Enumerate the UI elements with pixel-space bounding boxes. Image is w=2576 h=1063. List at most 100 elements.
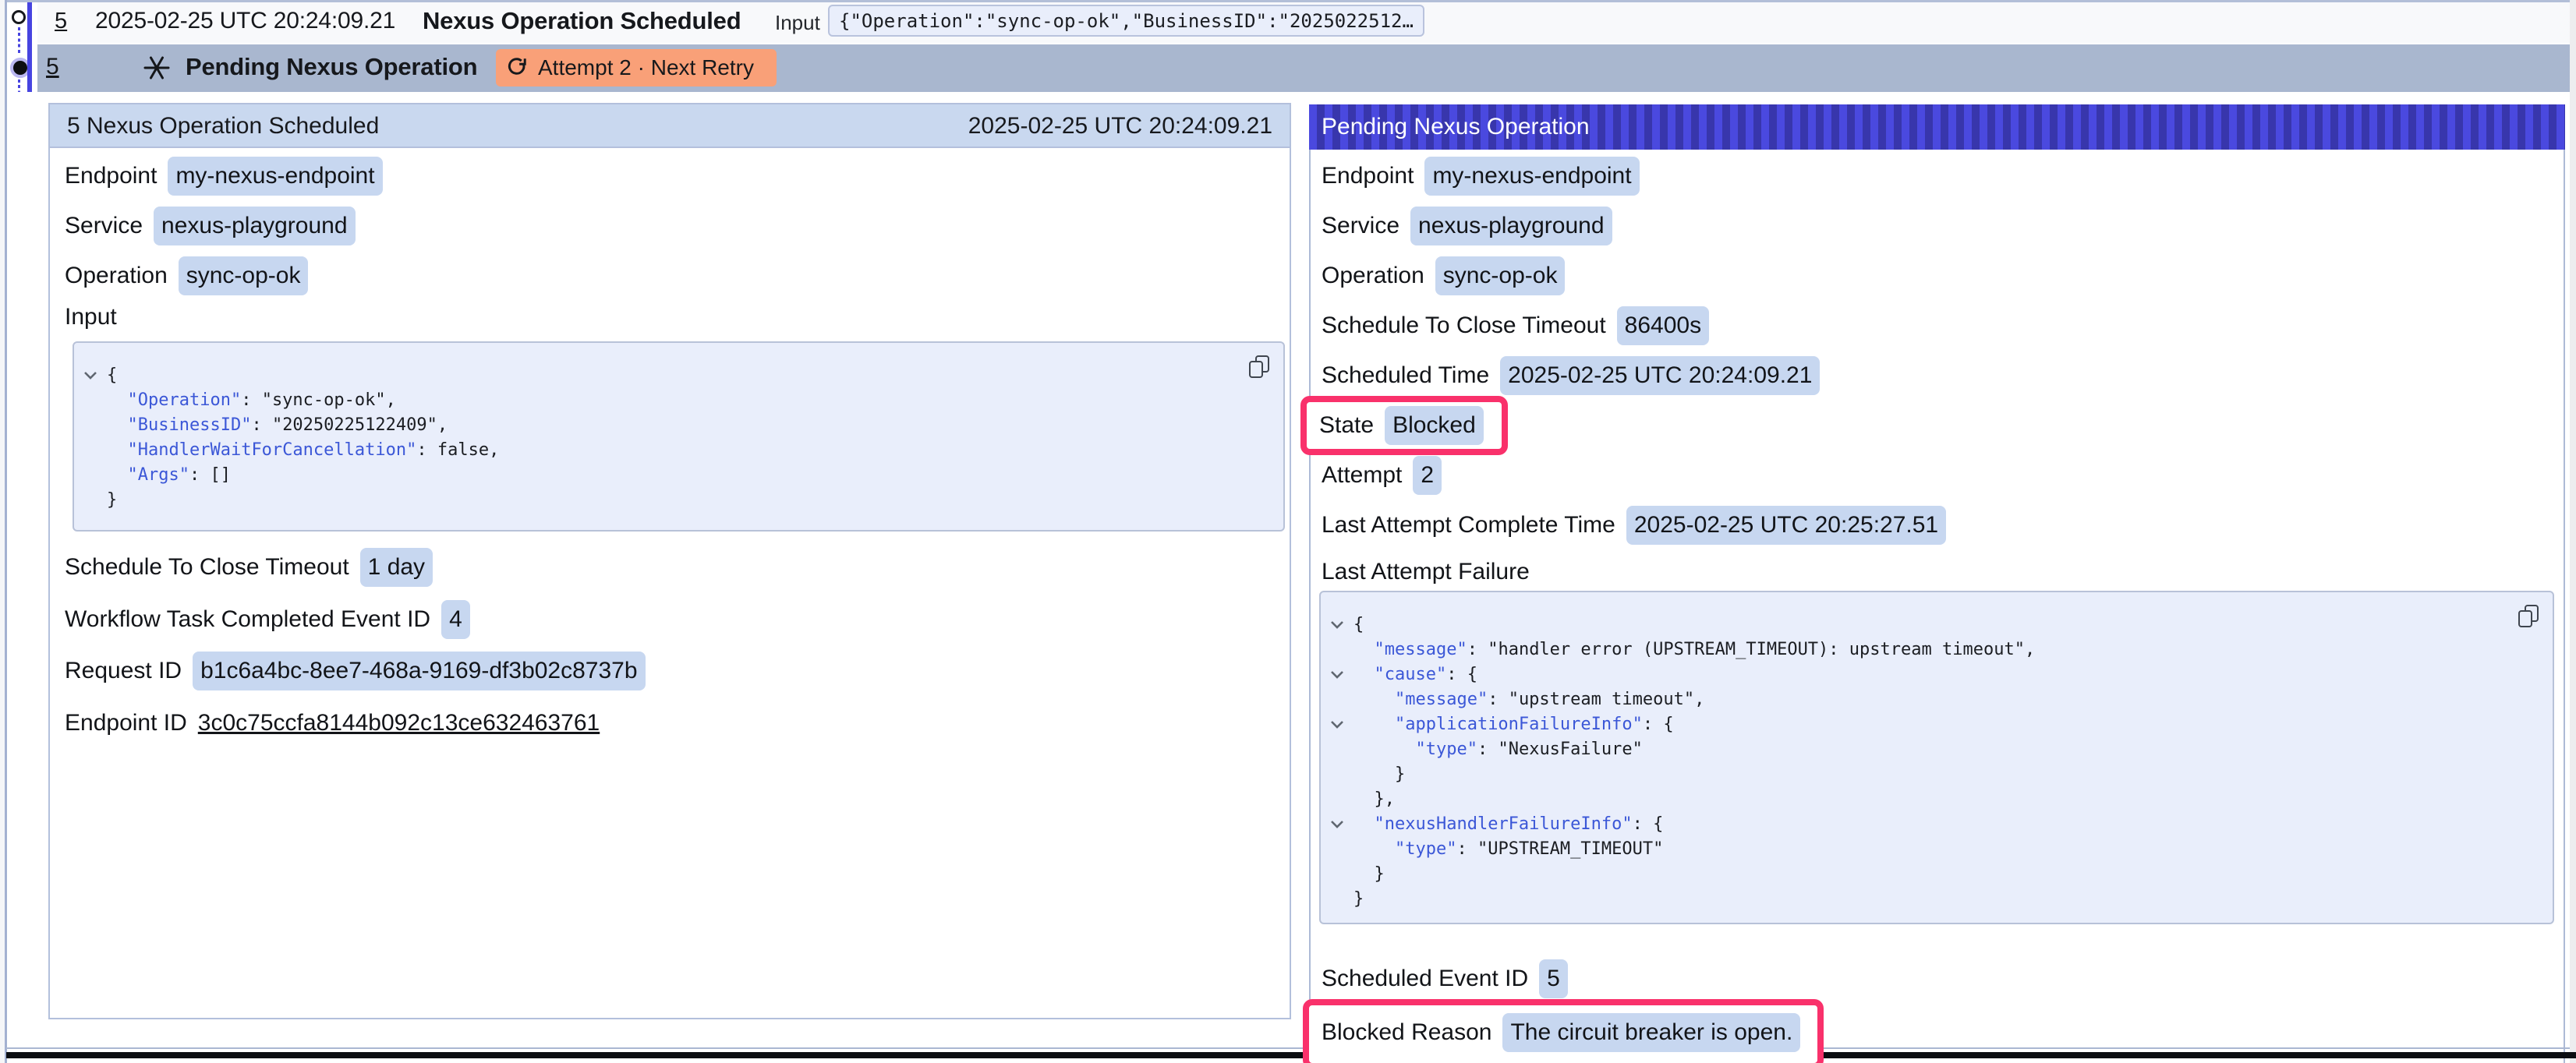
field-value-chip: 2025-02-25 UTC 20:25:27.51 <box>1626 506 1946 545</box>
json-line: } <box>1321 862 2553 887</box>
json-line: } <box>74 488 1283 513</box>
input-section-label: Input <box>65 304 117 330</box>
field-row-endpoint-id: Endpoint ID 3c0c75ccfa8144b092c13ce63246… <box>65 704 600 743</box>
field-row-last-attempt-complete: Last Attempt Complete Time 2025-02-25 UT… <box>1322 506 1946 545</box>
json-line: "nexusHandlerFailureInfo": { <box>1321 812 2553 837</box>
field-label: Service <box>65 213 143 239</box>
field-row-service: Service nexus-playground <box>1322 207 1612 245</box>
field-row-request-id: Request ID b1c6a4bc-8ee7-468a-9169-df3b0… <box>65 652 646 690</box>
json-line: "Operation": "sync-op-ok", <box>74 388 1283 413</box>
json-line: "message": "upstream timeout", <box>1321 687 2553 712</box>
field-row-blocked-reason: Blocked Reason The circuit breaker is op… <box>1322 1013 1800 1052</box>
retry-badge-label: Attempt 2 · Next Retry <box>538 49 754 87</box>
pending-title: Pending Nexus Operation <box>186 53 477 81</box>
failure-section-label: Last Attempt Failure <box>1322 559 1530 585</box>
json-line: "type": "UPSTREAM_TIMEOUT" <box>1321 837 2553 862</box>
timeline-dashed-line <box>18 27 20 55</box>
field-label: Workflow Task Completed Event ID <box>65 606 430 633</box>
field-row-operation: Operation sync-op-ok <box>1322 256 1565 295</box>
field-label: Request ID <box>65 658 182 684</box>
field-label: Service <box>1322 213 1399 239</box>
json-line: { <box>1321 613 2553 637</box>
failure-json-block: { "message": "handler error (UPSTREAM_TI… <box>1319 591 2554 924</box>
field-label: Operation <box>65 263 168 289</box>
container-bottom-border <box>6 1047 2570 1049</box>
json-line: "cause": { <box>1321 662 2553 687</box>
collapse-chevron-icon[interactable] <box>1330 670 1344 680</box>
json-line: }, <box>1321 787 2553 812</box>
blocked-reason-highlight-annotation: Blocked Reason The circuit breaker is op… <box>1303 999 1824 1063</box>
pending-operation-header: Pending Nexus Operation <box>1309 104 2565 150</box>
field-value-chip: 1 day <box>360 548 433 587</box>
field-label: Scheduled Event ID <box>1322 966 1528 992</box>
field-value-chip: 2025-02-25 UTC 20:24:09.21 <box>1500 356 1820 395</box>
field-label: Schedule To Close Timeout <box>1322 313 1606 339</box>
collapse-chevron-icon[interactable] <box>1330 820 1344 829</box>
field-row-scheduled-event-id: Scheduled Event ID 5 <box>1322 959 1568 998</box>
field-value-chip: nexus-playground <box>154 207 356 245</box>
field-row-endpoint: Endpoint my-nexus-endpoint <box>1322 157 1640 196</box>
field-row-service: Service nexus-playground <box>65 207 356 245</box>
event-history-view: 5 2025-02-25 UTC 20:24:09.21 Nexus Opera… <box>0 0 2576 1063</box>
field-label: Endpoint <box>65 163 157 189</box>
field-label: Endpoint ID <box>65 710 187 736</box>
left-border <box>5 0 7 1063</box>
event-detail-header: 5 Nexus Operation Scheduled 2025-02-25 U… <box>48 103 1291 148</box>
json-line: "applicationFailureInfo": { <box>1321 712 2553 737</box>
field-value-chip: my-nexus-endpoint <box>1424 157 1639 196</box>
collapse-chevron-icon[interactable] <box>1330 620 1344 630</box>
field-row-attempt: Attempt 2 <box>1322 456 1442 495</box>
field-label: State <box>1319 412 1374 439</box>
json-line: { <box>74 363 1283 388</box>
json-line: "BusinessID": "20250225122409", <box>74 413 1283 438</box>
json-line: } <box>1321 762 2553 787</box>
field-value-chip: 5 <box>1539 959 1568 998</box>
pending-operation-title: Pending Nexus Operation <box>1322 104 1590 150</box>
json-line: "message": "handler error (UPSTREAM_TIME… <box>1321 637 2553 662</box>
event-id-link[interactable]: 5 <box>55 9 67 34</box>
input-label: Input <box>775 11 820 35</box>
collapse-chevron-icon[interactable] <box>83 371 97 380</box>
blocked-reason-chip: The circuit breaker is open. <box>1502 1013 1800 1052</box>
event-title: Nexus Operation Scheduled <box>423 7 741 35</box>
json-line: "Args": [] <box>74 463 1283 488</box>
pending-star-icon <box>143 55 170 87</box>
field-value-chip: sync-op-ok <box>179 256 309 295</box>
field-row-schedule-to-close: Schedule To Close Timeout 86400s <box>1322 306 1709 345</box>
field-value-chip: sync-op-ok <box>1435 256 1566 295</box>
json-line: "type": "NexusFailure" <box>1321 737 2553 762</box>
event-detail-title: 5 Nexus Operation Scheduled <box>67 104 379 148</box>
timeline-dashed-line <box>18 79 20 92</box>
timeline-active-bar <box>27 2 32 92</box>
pending-event-id-link[interactable]: 5 <box>46 54 59 80</box>
window-bottom-edge <box>6 1052 2576 1058</box>
state-value-chip: Blocked <box>1385 406 1484 445</box>
field-value-chip: 86400s <box>1617 306 1709 345</box>
field-label: Attempt <box>1322 462 1402 489</box>
field-value-chip: 2 <box>1413 456 1442 495</box>
field-label: Operation <box>1322 263 1424 289</box>
endpoint-id-link[interactable]: 3c0c75ccfa8144b092c13ce632463761 <box>198 710 600 736</box>
field-value-chip: b1c6a4bc-8ee7-468a-9169-df3b02c8737b <box>193 652 645 690</box>
timeline-node-open-icon <box>12 10 26 24</box>
field-label: Scheduled Time <box>1322 362 1489 389</box>
field-label: Last Attempt Complete Time <box>1322 512 1615 539</box>
field-label: Blocked Reason <box>1322 1019 1491 1046</box>
field-row-state: State Blocked <box>1319 406 1484 445</box>
field-row-schedule-to-close: Schedule To Close Timeout 1 day <box>65 548 433 587</box>
input-preview-chip[interactable]: {"Operation":"sync-op-ok","BusinessID":"… <box>828 5 1424 37</box>
field-label: Endpoint <box>1322 163 1414 189</box>
field-row-wft-completed-id: Workflow Task Completed Event ID 4 <box>65 600 470 639</box>
field-row-endpoint: Endpoint my-nexus-endpoint <box>65 157 383 196</box>
field-label: Schedule To Close Timeout <box>65 554 349 581</box>
field-value-chip: 4 <box>441 600 470 639</box>
retry-badge: Attempt 2 · Next Retry <box>496 49 777 87</box>
event-detail-timestamp: 2025-02-25 UTC 20:24:09.21 <box>968 104 1272 148</box>
field-row-operation: Operation sync-op-ok <box>65 256 308 295</box>
json-line: "HandlerWaitForCancellation": false, <box>74 438 1283 463</box>
refresh-icon <box>507 57 527 77</box>
collapse-chevron-icon[interactable] <box>1330 720 1344 729</box>
field-value-chip: my-nexus-endpoint <box>168 157 382 196</box>
state-highlight-annotation: State Blocked <box>1300 396 1508 455</box>
input-json-block: { "Operation": "sync-op-ok", "BusinessID… <box>73 341 1285 532</box>
